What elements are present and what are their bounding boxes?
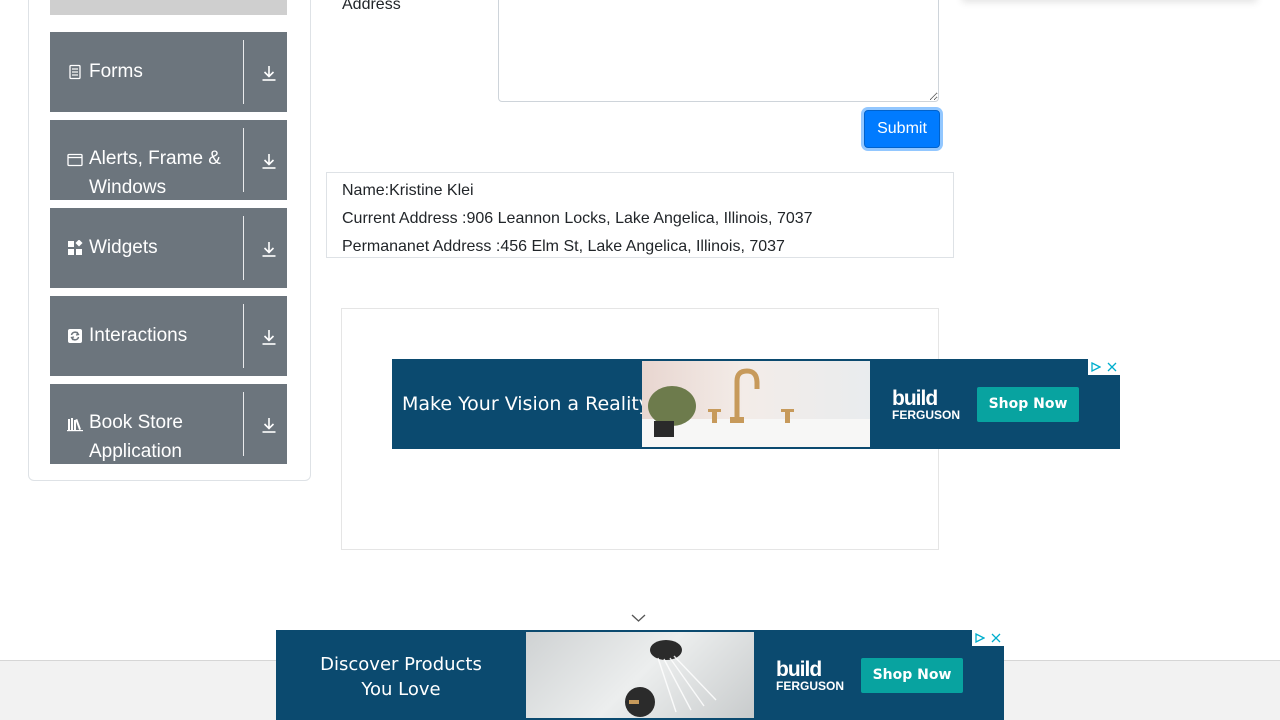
chevron-down-icon[interactable] — [631, 613, 646, 623]
sidebar-group-label: Forms — [89, 61, 143, 82]
download-icon[interactable] — [260, 64, 278, 82]
download-icon[interactable] — [260, 240, 278, 258]
logo-build-text: build — [892, 387, 938, 410]
logo-build-text: build — [776, 658, 822, 681]
ad-headline: Discover Products You Love — [320, 654, 482, 700]
divider — [243, 304, 244, 368]
sidebar-group-label: Book Store Application — [89, 412, 183, 462]
output-current-address: Current Address :906 Leannon Locks, Lake… — [342, 210, 813, 227]
ad-choices-badge[interactable] — [972, 630, 1004, 646]
output-name: Name:Kristine Klei — [342, 182, 474, 199]
ad-banner-top[interactable]: Make Your Vision a Reality build FERGUSO… — [392, 359, 1120, 449]
address-textarea[interactable] — [498, 0, 939, 102]
shower-image — [526, 632, 754, 718]
ad-choices-badge[interactable] — [1088, 359, 1120, 375]
sidebar-group-label: Widgets — [89, 237, 158, 258]
faucet-illustration — [642, 368, 870, 447]
close-icon[interactable] — [988, 630, 1004, 646]
close-icon[interactable] — [1104, 359, 1120, 375]
submit-button[interactable]: Submit — [864, 110, 940, 148]
page: Forms Alerts, Frame & Windows Widgets In… — [0, 0, 1280, 720]
sidebar-group-forms[interactable]: Forms — [50, 32, 287, 112]
widgets-icon — [68, 240, 83, 255]
adchoices-icon[interactable] — [1088, 359, 1104, 375]
sidebar-group-widgets[interactable]: Widgets — [50, 208, 287, 288]
adchoices-icon[interactable] — [972, 630, 988, 646]
output-permanent-address: Permananet Address :456 Elm St, Lake Ang… — [342, 238, 785, 255]
divider — [243, 216, 244, 280]
sidebar-group-label: Interactions — [89, 325, 188, 346]
sidebar-group-interactions[interactable]: Interactions — [50, 296, 287, 376]
window-icon — [67, 153, 83, 167]
divider — [243, 128, 244, 192]
divider — [243, 40, 244, 104]
download-icon[interactable] — [260, 152, 278, 170]
ferguson-logo: build FERGUSON — [892, 387, 961, 422]
document-icon — [69, 64, 81, 80]
sidebar-scroll-top — [50, 0, 287, 15]
ferguson-logo: build FERGUSON — [776, 658, 845, 693]
logo-ferguson-text: FERGUSON — [892, 408, 961, 422]
divider — [243, 392, 244, 456]
sidebar-group-label: Alerts, Frame & Windows — [89, 148, 221, 198]
interaction-icon — [68, 329, 82, 343]
ad-banner-bottom[interactable]: Discover Products You Love build FERGUSO… — [276, 630, 1004, 720]
ad-headline: Make Your Vision a Reality — [402, 393, 651, 415]
sidebar-group-alerts-frame-windows[interactable]: Alerts, Frame & Windows — [50, 120, 287, 200]
shop-now-button[interactable]: Shop Now — [977, 387, 1079, 422]
shop-now-button[interactable]: Shop Now — [861, 658, 963, 693]
output-box: Name:Kristine Klei Current Address :906 … — [326, 172, 954, 258]
download-icon[interactable] — [260, 416, 278, 434]
books-icon — [67, 418, 83, 432]
logo-ferguson-text: FERGUSON — [776, 679, 845, 693]
shower-illustration — [625, 640, 717, 717]
sidebar-group-book-store-application[interactable]: Book Store Application — [50, 384, 287, 464]
faucet-image — [642, 361, 870, 447]
address-label: Address — [342, 0, 401, 13]
download-icon[interactable] — [260, 328, 278, 346]
